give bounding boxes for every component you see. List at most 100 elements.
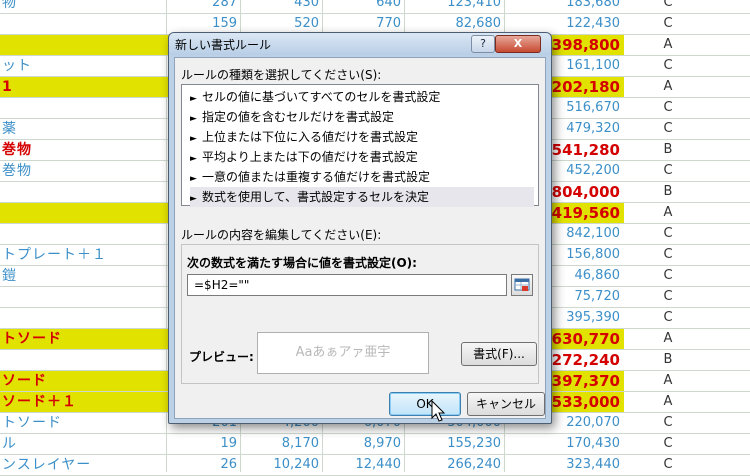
empty-cell[interactable] (712, 0, 750, 13)
empty-cell[interactable] (712, 119, 750, 139)
item-name-cell[interactable]: ル (0, 434, 166, 454)
item-name-cell[interactable] (0, 98, 166, 118)
close-button[interactable]: X (495, 35, 541, 53)
empty-cell[interactable] (712, 14, 750, 34)
empty-cell[interactable] (712, 56, 750, 76)
dialog-titlebar[interactable]: 新しい書式ルール ? X (169, 33, 551, 55)
rule-type-item[interactable]: ► セルの値に基づいてすべてのセルを書式設定 (190, 87, 534, 107)
cancel-button[interactable]: キャンセル (467, 392, 545, 416)
item-name-cell[interactable]: ット (0, 56, 166, 76)
empty-cell[interactable] (712, 245, 750, 265)
item-name-cell[interactable]: 巻物 (0, 140, 166, 160)
item-name-cell[interactable]: 物 (0, 0, 166, 13)
sheet-row[interactable]: ンスレイヤー 26 10,240 12,440 266,240 323,440 C (0, 455, 750, 476)
empty-cell[interactable] (712, 287, 750, 307)
rank-cell[interactable]: C (624, 287, 712, 307)
item-name-cell[interactable]: ソード (0, 371, 166, 391)
rule-type-item[interactable]: ► 上位または下位に入る値だけを書式設定 (190, 127, 534, 147)
empty-cell[interactable] (712, 266, 750, 286)
empty-cell[interactable] (712, 140, 750, 160)
value-cell[interactable]: 287 (166, 0, 240, 13)
rank-cell[interactable]: C (624, 245, 712, 265)
rule-type-item-selected[interactable]: ► 数式を使用して、書式設定するセルを決定 (190, 187, 534, 207)
rank-cell[interactable]: A (624, 329, 712, 349)
value-cell[interactable]: 159 (166, 14, 240, 34)
rank-cell[interactable]: B (624, 182, 712, 202)
item-name-cell[interactable] (0, 14, 166, 34)
empty-cell[interactable] (712, 98, 750, 118)
value-cell[interactable]: 520 (240, 14, 322, 34)
value-cell[interactable]: 770 (322, 14, 404, 34)
rank-cell[interactable]: C (624, 413, 712, 433)
empty-cell[interactable] (712, 434, 750, 454)
value-cell[interactable]: 123,410 (404, 0, 504, 13)
ok-button[interactable]: OK (389, 392, 461, 416)
value-cell[interactable]: 8,970 (322, 434, 404, 454)
empty-cell[interactable] (712, 203, 750, 223)
item-name-cell[interactable] (0, 203, 166, 223)
item-name-cell[interactable]: 巻物 (0, 161, 166, 181)
rank-cell[interactable]: A (624, 35, 712, 55)
rank-cell[interactable]: C (624, 434, 712, 454)
rule-type-list[interactable]: ► セルの値に基づいてすべてのセルを書式設定 ► 指定の値を含むセルだけを書式設定 … (181, 84, 539, 207)
item-name-cell[interactable] (0, 182, 166, 202)
value-cell[interactable]: 26 (166, 455, 240, 475)
rank-cell[interactable]: A (624, 203, 712, 223)
value-cell[interactable]: 640 (322, 0, 404, 13)
rank-cell[interactable]: C (624, 455, 712, 475)
sheet-row[interactable]: 物 287 430 640 123,410 183,680 C (0, 0, 750, 14)
item-name-cell[interactable]: トプレート＋１ (0, 245, 166, 265)
help-button[interactable]: ? (471, 35, 495, 53)
value-cell[interactable]: 266,240 (404, 455, 504, 475)
rank-cell[interactable]: C (624, 266, 712, 286)
rank-cell[interactable]: A (624, 392, 712, 412)
rank-cell[interactable]: B (624, 140, 712, 160)
rank-cell[interactable]: A (624, 371, 712, 391)
item-name-cell[interactable]: 薬 (0, 119, 166, 139)
value-cell[interactable]: 12,440 (322, 455, 404, 475)
empty-cell[interactable] (712, 350, 750, 370)
item-name-cell[interactable]: ソード＋１ (0, 392, 166, 412)
empty-cell[interactable] (712, 224, 750, 244)
rank-cell[interactable]: C (624, 161, 712, 181)
rank-cell[interactable]: C (624, 14, 712, 34)
rank-cell[interactable]: C (624, 0, 712, 13)
value-cell[interactable]: 82,680 (404, 14, 504, 34)
empty-cell[interactable] (712, 455, 750, 475)
empty-cell[interactable] (712, 35, 750, 55)
item-name-cell[interactable] (0, 350, 166, 370)
item-name-cell[interactable] (0, 287, 166, 307)
rank-cell[interactable]: C (624, 98, 712, 118)
item-name-cell[interactable]: トソード (0, 413, 166, 433)
formula-input[interactable]: =$H2="" (187, 274, 507, 296)
item-name-cell[interactable]: 鎧 (0, 266, 166, 286)
sheet-row[interactable]: ル 19 8,170 8,970 155,230 170,430 C (0, 434, 750, 455)
value-cell[interactable]: 8,170 (240, 434, 322, 454)
value-cell[interactable]: 155,230 (404, 434, 504, 454)
empty-cell[interactable] (712, 371, 750, 391)
rank-cell[interactable]: C (624, 308, 712, 328)
rank-cell[interactable]: A (624, 77, 712, 97)
item-name-cell[interactable]: トソード (0, 329, 166, 349)
total-cell[interactable]: 323,440 (504, 455, 624, 475)
rule-type-item[interactable]: ► 一意の値または重複する値だけを書式設定 (190, 167, 534, 187)
rank-cell[interactable]: B (624, 350, 712, 370)
format-button[interactable]: 書式(F)... (461, 342, 537, 366)
item-name-cell[interactable]: ンスレイヤー (0, 455, 166, 475)
rank-cell[interactable]: C (624, 56, 712, 76)
item-name-cell[interactable]: 1 (0, 77, 166, 97)
total-cell[interactable]: 170,430 (504, 434, 624, 454)
item-name-cell[interactable] (0, 224, 166, 244)
empty-cell[interactable] (712, 392, 750, 412)
empty-cell[interactable] (712, 329, 750, 349)
rule-type-item[interactable]: ► 平均より上または下の値だけを書式設定 (190, 147, 534, 167)
item-name-cell[interactable] (0, 308, 166, 328)
value-cell[interactable]: 430 (240, 0, 322, 13)
total-cell[interactable]: 122,430 (504, 14, 624, 34)
value-cell[interactable]: 10,240 (240, 455, 322, 475)
rank-cell[interactable]: C (624, 224, 712, 244)
total-cell[interactable]: 183,680 (504, 0, 624, 13)
value-cell[interactable]: 19 (166, 434, 240, 454)
item-name-cell[interactable] (0, 35, 166, 55)
empty-cell[interactable] (712, 182, 750, 202)
